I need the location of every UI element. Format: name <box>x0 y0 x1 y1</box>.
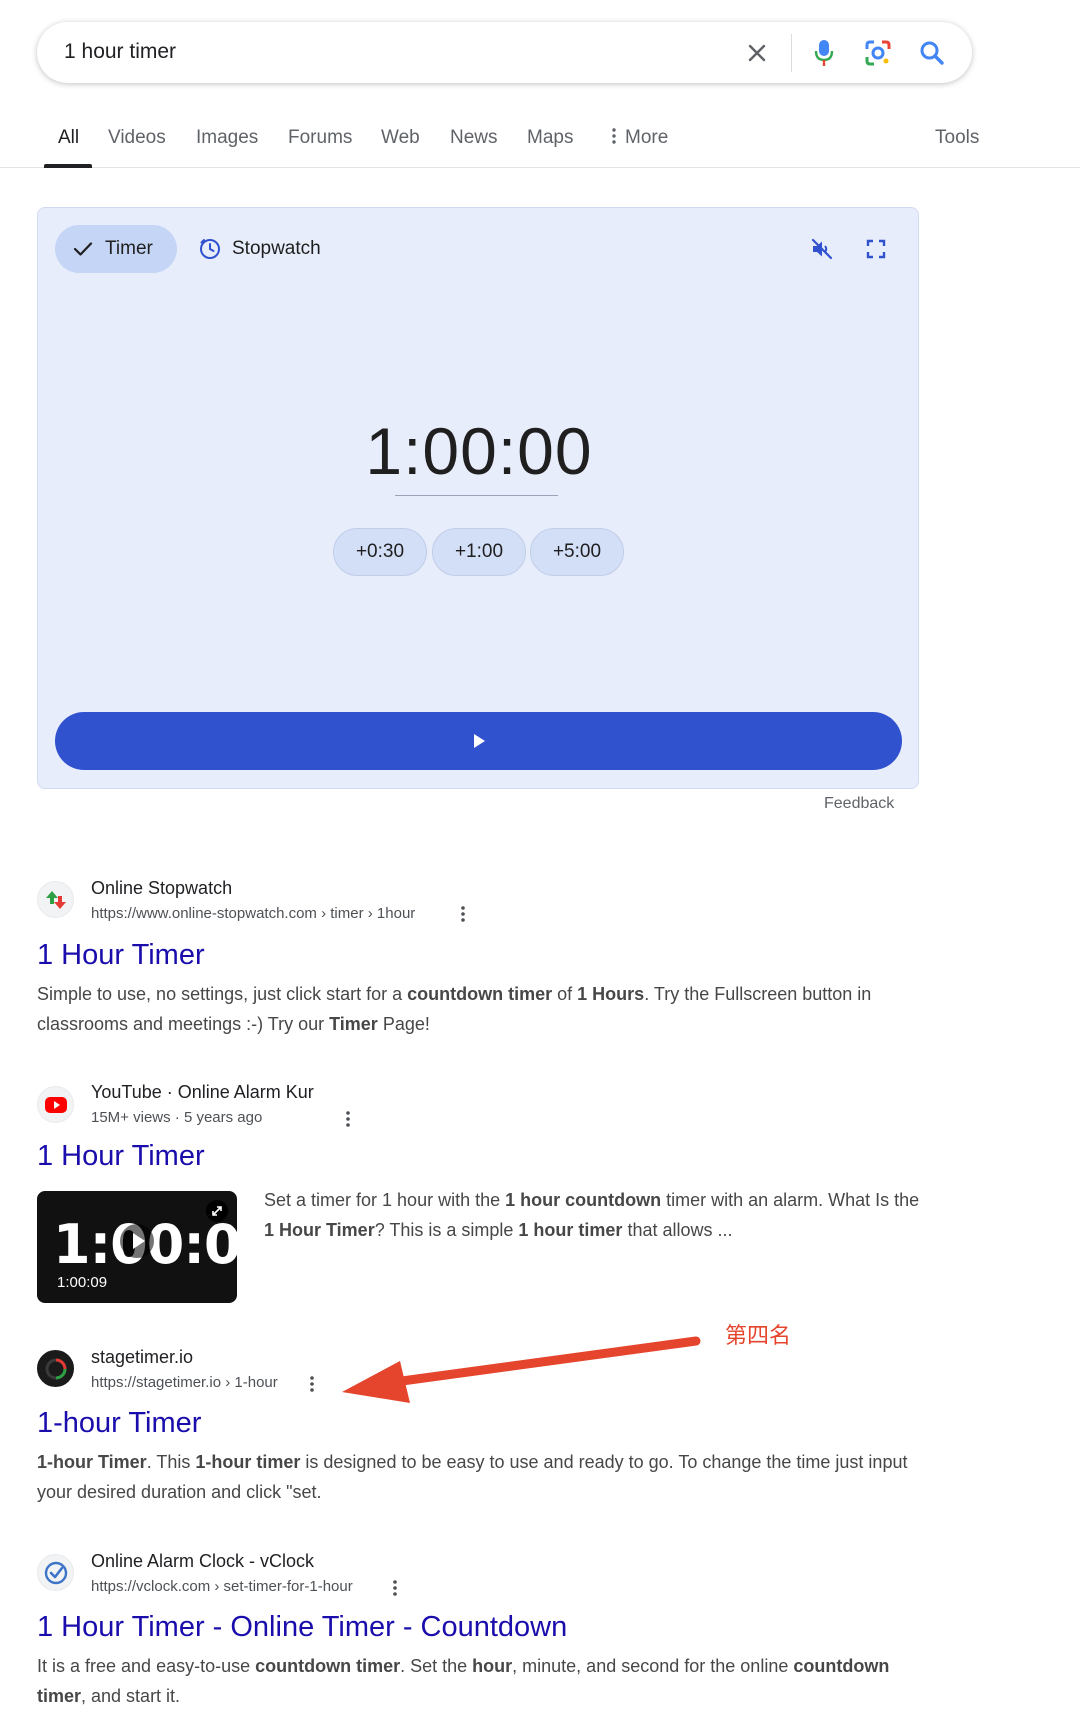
tab-web[interactable]: Web <box>381 127 420 149</box>
result-snippet: Set a timer for 1 hour with the 1 hour c… <box>264 1190 920 1240</box>
tools-button[interactable]: Tools <box>935 127 979 149</box>
add-30-seconds-button[interactable]: +0:30 <box>333 528 427 576</box>
add-5-minutes-button[interactable]: +5:00 <box>530 528 624 576</box>
result-snippet: 1-hour Timer. This 1-hour timer is desig… <box>37 1452 908 1502</box>
timer-chip-label: Timer <box>105 238 153 259</box>
stopwatch-chip[interactable]: Stopwatch <box>198 225 321 273</box>
tab-all[interactable]: All <box>58 127 79 149</box>
online-stopwatch-favicon <box>37 881 74 918</box>
result-title-link[interactable]: 1 Hour Timer <box>37 939 205 972</box>
fullscreen-icon[interactable] <box>859 232 893 266</box>
result-title-link[interactable]: 1-hour Timer <box>37 1407 201 1440</box>
search-bar[interactable]: 1 hour timer <box>37 22 972 83</box>
more-options-icon[interactable] <box>454 903 472 925</box>
add-1-minute-button[interactable]: +1:00 <box>432 528 526 576</box>
tab-more-label: More <box>625 127 669 148</box>
result-url[interactable]: https://vclock.com › set-timer-for-1-hou… <box>91 1578 353 1595</box>
play-icon <box>120 1224 154 1258</box>
clock-icon <box>198 237 222 261</box>
result-title-link[interactable]: 1 Hour Timer - Online Timer - Countdown <box>37 1611 567 1644</box>
timer-chip[interactable]: Timer <box>55 225 177 273</box>
lens-icon[interactable] <box>860 35 896 71</box>
play-icon <box>473 734 485 748</box>
feedback-link[interactable]: Feedback <box>824 795 894 813</box>
result-url[interactable]: https://www.online-stopwatch.com › timer… <box>91 905 415 922</box>
vclock-favicon <box>37 1554 74 1591</box>
result-title-link[interactable]: 1 Hour Timer <box>37 1140 205 1173</box>
expand-icon <box>206 1200 228 1222</box>
result-snippet: It is a free and easy-to-use countdown t… <box>37 1656 890 1706</box>
tab-more[interactable]: More <box>611 127 668 149</box>
result-site-name[interactable]: Online Alarm Clock - vClock <box>91 1551 314 1572</box>
active-tab-indicator <box>44 164 92 168</box>
more-options-icon[interactable] <box>339 1108 357 1130</box>
timer-widget: Timer Stopwatch 1:00:00 +0:30 +1:00 +5:0… <box>37 207 919 789</box>
result-snippet: Simple to use, no settings, just click s… <box>37 984 872 1034</box>
timer-time-display[interactable]: 1:00:00 <box>38 413 920 489</box>
youtube-favicon <box>37 1086 74 1123</box>
result-video-meta: 15M+ views · 5 years ago <box>91 1109 263 1126</box>
microphone-icon[interactable] <box>806 35 842 71</box>
video-duration: 1:00:09 <box>57 1274 108 1291</box>
tab-forums[interactable]: Forums <box>288 127 352 149</box>
mute-icon[interactable] <box>805 232 839 266</box>
more-options-icon[interactable] <box>386 1577 404 1599</box>
result-site-name[interactable]: stagetimer.io <box>91 1347 193 1368</box>
result-site-name[interactable]: Online Stopwatch <box>91 878 232 899</box>
start-timer-button[interactable] <box>55 712 902 770</box>
video-thumbnail[interactable]: 1:00:00 1:00:09 <box>37 1191 237 1303</box>
close-icon[interactable] <box>739 35 775 71</box>
stopwatch-chip-label: Stopwatch <box>232 238 321 259</box>
tab-maps[interactable]: Maps <box>527 127 573 149</box>
tab-news[interactable]: News <box>450 127 498 149</box>
check-icon <box>73 241 93 257</box>
time-underline <box>395 495 558 496</box>
stagetimer-favicon <box>37 1350 74 1387</box>
annotation-label: 第四名 <box>725 1323 792 1348</box>
more-options-icon[interactable] <box>303 1373 321 1395</box>
annotation-arrow <box>342 1336 701 1403</box>
more-vert-icon <box>612 128 616 144</box>
result-site-name[interactable]: YouTube · Online Alarm Kur <box>91 1082 314 1103</box>
tab-images[interactable]: Images <box>196 127 258 149</box>
search-input[interactable]: 1 hour timer <box>64 40 176 64</box>
tab-videos[interactable]: Videos <box>108 127 166 149</box>
result-url[interactable]: https://stagetimer.io › 1-hour <box>91 1374 278 1391</box>
search-tabs: All Videos Images Forums Web News Maps M… <box>0 110 1080 168</box>
search-divider <box>791 34 792 72</box>
search-icon[interactable] <box>914 35 950 71</box>
